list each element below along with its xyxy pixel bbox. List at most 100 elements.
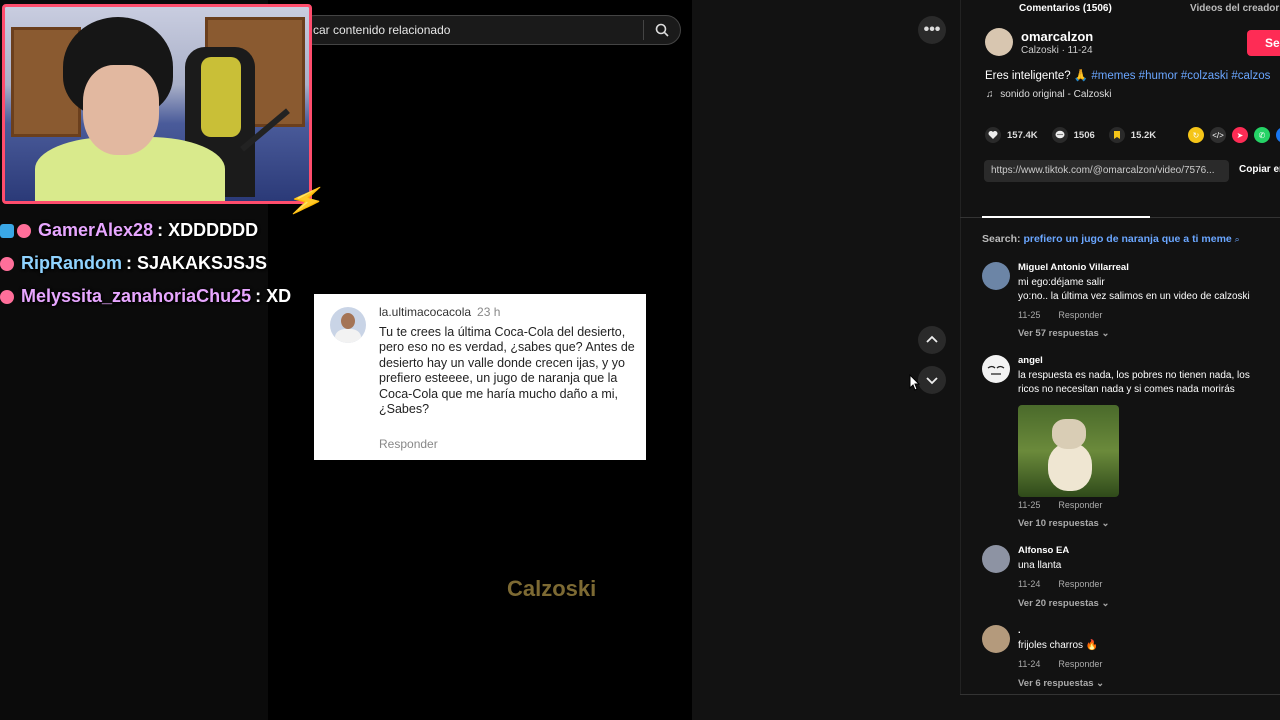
- comment-line: ricos no necesitan nada y si comes nada …: [1018, 384, 1235, 395]
- comment-meta: 11-24 Responder: [1018, 579, 1102, 589]
- video-side-area: [692, 0, 960, 720]
- chat-username: GamerAlex28: [38, 220, 154, 240]
- chat-username: Melyssita_zanahoriaChu25: [21, 286, 252, 306]
- music-note-icon: ♫: [986, 89, 994, 100]
- like-button[interactable]: 157.4K: [985, 127, 1038, 143]
- badge-icon: [0, 256, 14, 271]
- search-button[interactable]: [644, 16, 680, 44]
- comments-side-panel: [960, 0, 1280, 720]
- comment-search-suggestion[interactable]: Search: prefiero un jugo de naranja que …: [982, 233, 1240, 245]
- comment-text: la respuesta es nada, los pobres no tien…: [1018, 369, 1250, 397]
- mouse-cursor-icon: [909, 374, 921, 391]
- search-bar[interactable]: car contenido relacionado: [300, 15, 681, 45]
- avatar: [330, 307, 366, 343]
- comment-date: 11-24: [1018, 659, 1041, 669]
- search-query[interactable]: prefiero un jugo de naranja que a ti mem…: [1023, 233, 1231, 245]
- next-video-button[interactable]: [918, 366, 946, 394]
- search-suggest-icon: ⌕: [1234, 234, 1240, 244]
- comment-username[interactable]: angel: [1018, 355, 1043, 366]
- badge-icon: [0, 289, 14, 304]
- previous-video-button[interactable]: [918, 326, 946, 354]
- creator-subtitle: Calzoski · 11-24: [1021, 45, 1093, 56]
- avatar[interactable]: [982, 625, 1010, 653]
- search-input[interactable]: car contenido relacionado: [301, 23, 643, 37]
- video-comment-card: la.ultimacocacola 23 h Tu te crees la últ…: [314, 294, 646, 460]
- creator-avatar[interactable]: [985, 28, 1013, 56]
- view-replies-button[interactable]: Ver 10 respuestas ⌄: [1018, 518, 1109, 529]
- save-count: 15.2K: [1130, 129, 1157, 141]
- chat-message: GamerAlex28 : XDDDDDD: [0, 214, 340, 247]
- engagement-stats: 157.4K 1506 15.2K: [985, 127, 1170, 143]
- chat-text: : XDDDDDD: [157, 220, 259, 240]
- view-replies-button[interactable]: Ver 20 respuestas ⌄: [1018, 598, 1109, 609]
- meme-face-icon: [987, 365, 1005, 375]
- comment-time: 23 h: [477, 305, 501, 319]
- send-icon[interactable]: ➤: [1232, 127, 1248, 143]
- like-count: 157.4K: [1007, 129, 1038, 141]
- video-watermark: Calzoski: [507, 576, 597, 601]
- comment-meta: 11-25 Responder: [1018, 500, 1102, 510]
- stream-chat: GamerAlex28 : XDDDDDD RipRandom : SJAKAK…: [0, 214, 340, 313]
- video-caption: Eres inteligente? 🙏 #memes #humor #colza…: [985, 68, 1270, 82]
- creator-name[interactable]: omarcalzon: [1021, 29, 1093, 44]
- view-replies-button[interactable]: Ver 57 respuestas ⌄: [1018, 328, 1109, 339]
- comment-date: 11-24: [1018, 579, 1041, 589]
- comment-text: mi ego:déjame salir yo:no.. la última ve…: [1018, 276, 1250, 304]
- tab-comments[interactable]: Comentarios (1506): [1019, 3, 1112, 14]
- facebook-icon[interactable]: f: [1276, 127, 1280, 143]
- comment-date: 11-25: [1018, 310, 1041, 320]
- sound-link[interactable]: ♫ sonido original - Calzoski: [986, 89, 1111, 100]
- search-icon: [655, 23, 669, 37]
- chat-message: RipRandom : SJAKAKSJSJS: [0, 247, 340, 280]
- comment-username[interactable]: .: [1018, 625, 1021, 636]
- comment-tabs: [960, 194, 1280, 218]
- comment-line: frijoles charros 🔥: [1018, 640, 1099, 651]
- heart-icon: [985, 127, 1001, 143]
- comment-username[interactable]: Alfonso EA: [1018, 545, 1069, 556]
- follow-button[interactable]: Seg: [1247, 30, 1280, 56]
- chat-text: : XD: [255, 286, 292, 306]
- comment-username[interactable]: Miguel Antonio Villarreal: [1018, 262, 1129, 273]
- reply-button[interactable]: Responder: [1058, 579, 1102, 589]
- comment-date: 11-25: [1018, 500, 1041, 510]
- copy-link-button[interactable]: Copiar en: [1239, 164, 1280, 175]
- repost-icon[interactable]: ↻: [1188, 127, 1204, 143]
- reply-button[interactable]: Responder: [1058, 659, 1102, 669]
- chat-username: RipRandom: [21, 253, 122, 273]
- comment-username: la.ultimacocacola: [379, 305, 472, 319]
- comment-icon: [1051, 127, 1068, 143]
- comment-meta: 11-25 Responder: [1018, 310, 1102, 320]
- caption-hashtags[interactable]: #memes #humor #colzaski #calzos: [1091, 70, 1270, 82]
- comment-line: una llanta: [1018, 560, 1062, 571]
- chevron-up-icon: [926, 335, 938, 343]
- add-comment-bar[interactable]: [960, 694, 1280, 720]
- avatar[interactable]: [982, 355, 1010, 383]
- more-icon: •••: [923, 21, 941, 38]
- comment-button[interactable]: 1506: [1051, 127, 1095, 143]
- sound-name: sonido original - Calzoski: [1000, 89, 1112, 100]
- video-link-field[interactable]: https://www.tiktok.com/@omarcalzon/video…: [984, 160, 1229, 182]
- tab-creator-videos[interactable]: Videos del creador: [1190, 3, 1279, 14]
- more-options-button[interactable]: •••: [918, 16, 946, 44]
- badge-icon: [0, 223, 14, 238]
- bookmark-icon: [1108, 127, 1125, 143]
- view-replies-button[interactable]: Ver 6 respuestas ⌄: [1018, 678, 1104, 689]
- comment-line: mi ego:déjame salir: [1018, 277, 1105, 288]
- comment-text: Tu te crees la última Coca-Cola del desi…: [379, 325, 635, 417]
- comment-count: 1506: [1073, 129, 1095, 141]
- comment-image[interactable]: [1018, 405, 1119, 497]
- reply-button[interactable]: Responder: [1058, 310, 1102, 320]
- comment-meta: 11-24 Responder: [1018, 659, 1102, 669]
- save-button[interactable]: 15.2K: [1108, 127, 1157, 143]
- comment-text: una llanta: [1018, 559, 1061, 573]
- comment-line: la respuesta es nada, los pobres no tien…: [1018, 370, 1250, 381]
- reply-button[interactable]: Responder: [1058, 500, 1102, 510]
- avatar[interactable]: [982, 545, 1010, 573]
- embed-icon[interactable]: </>: [1210, 127, 1226, 143]
- webcam-feed: [2, 4, 312, 204]
- avatar[interactable]: [982, 262, 1010, 290]
- comment-text: frijoles charros 🔥: [1018, 639, 1098, 653]
- badge-icon: [17, 223, 31, 238]
- caption-text: Eres inteligente? 🙏: [985, 70, 1089, 82]
- whatsapp-icon[interactable]: ✆: [1254, 127, 1270, 143]
